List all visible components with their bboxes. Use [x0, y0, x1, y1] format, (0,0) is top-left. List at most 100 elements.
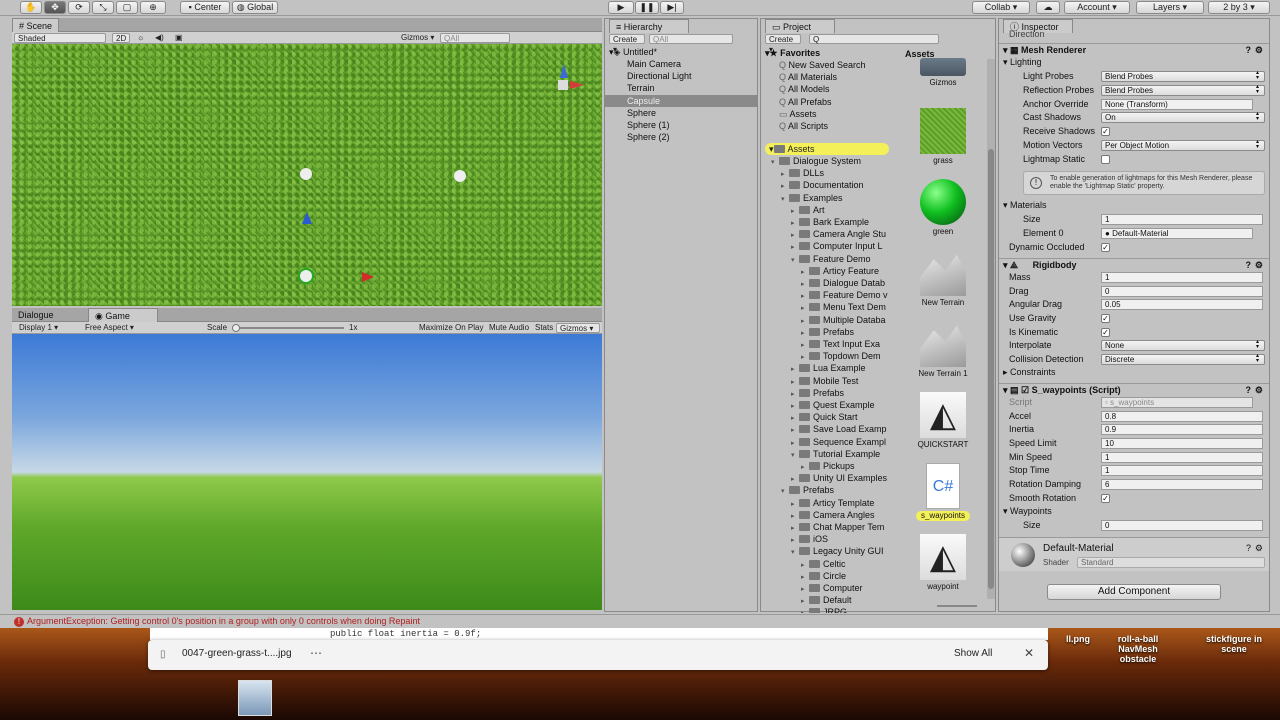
mesh-renderer-header[interactable]: ▾ ▦ Mesh Renderer? ⚙ — [999, 43, 1269, 56]
shading-dropdown[interactable]: Shaded — [14, 33, 106, 43]
scale-tool-icon[interactable]: ⤡ — [92, 1, 114, 14]
pivot-global-button[interactable]: ◍ Global — [232, 1, 278, 14]
scrollbar-thumb[interactable] — [988, 149, 994, 589]
gear-icon[interactable]: ⚙ — [1255, 543, 1263, 554]
desktop-file-icon[interactable]: roll-a-ball NavMesh obstacle — [1100, 634, 1176, 664]
lighting-foldout[interactable]: ▾ Lighting — [999, 56, 1269, 69]
display-dropdown[interactable]: Display 1 ▾ — [16, 323, 78, 333]
tree-folder-item[interactable]: ▸ Documentation — [761, 179, 891, 191]
chevron-down-icon[interactable]: ▾ — [781, 194, 789, 204]
desktop-file-icon[interactable]: stickfigure in scene — [1196, 634, 1272, 654]
chevron-down-icon[interactable]: ▾ — [771, 157, 779, 167]
asset-tile[interactable]: New Terrain 1 — [916, 321, 970, 379]
constraints-foldout[interactable]: ▸ Constraints — [999, 366, 1269, 379]
chevron-right-icon[interactable]: ▸ — [781, 181, 789, 191]
scene-search-input[interactable]: QAll — [440, 33, 510, 43]
chevron-right-icon[interactable]: ▸ — [791, 425, 799, 435]
layout-dropdown[interactable]: 2 by 3 ▾ — [1208, 1, 1270, 14]
hierarchy-create-button[interactable]: Create ▾ — [609, 34, 645, 54]
reflection-probes-dropdown[interactable]: Blend Probes — [1101, 85, 1265, 96]
chevron-right-icon[interactable]: ▸ — [791, 511, 799, 521]
tree-folder-item[interactable]: ▸ DLLs — [761, 167, 891, 179]
tree-folder-item[interactable]: ▸ Multiple Databa — [761, 314, 891, 326]
hierarchy-item[interactable]: Directional Light — [605, 70, 757, 82]
asset-tile[interactable]: ◭ QUICKSTART — [916, 392, 970, 450]
accel-field[interactable]: 0.8 — [1101, 411, 1263, 422]
collision-detection-dropdown[interactable]: Discrete — [1101, 354, 1265, 365]
anchor-override-field[interactable]: None (Transform) — [1101, 99, 1253, 110]
element0-field[interactable]: ● Default-Material — [1101, 228, 1253, 239]
tree-folder-item[interactable]: ▸ Topdown Dem — [761, 350, 891, 362]
chevron-right-icon[interactable]: ▸ — [791, 499, 799, 509]
chevron-right-icon[interactable]: ▸ — [801, 352, 809, 362]
favorites-item[interactable]: Q All Scripts — [761, 120, 891, 132]
close-icon[interactable]: ✕ — [1024, 646, 1034, 660]
hierarchy-item[interactable]: Capsule — [605, 94, 757, 107]
tree-folder-item[interactable]: ▾ Examples — [761, 192, 891, 204]
game-viewport[interactable] — [12, 334, 602, 610]
tree-folder-item[interactable]: ▸ Mobile Test — [761, 375, 891, 387]
tree-folder-item[interactable]: ▸ Text Input Exa — [761, 338, 891, 350]
tab-project[interactable]: ▭ Project — [765, 19, 835, 33]
scene-viewport[interactable] — [12, 44, 602, 306]
tree-folder-item[interactable]: ▾ Legacy Unity GUI — [761, 545, 891, 557]
chevron-right-icon[interactable]: ▸ — [791, 230, 799, 240]
maximize-on-play-toggle[interactable]: Maximize On Play — [416, 323, 486, 333]
script-component-header[interactable]: ▾ ▤ ☑ S_waypoints (Script)? ⚙ — [999, 383, 1269, 396]
chevron-right-icon[interactable]: ▸ — [801, 267, 809, 277]
chevron-right-icon[interactable]: ▸ — [801, 279, 809, 289]
chevron-down-icon[interactable]: ▾ — [791, 547, 799, 557]
cloud-icon[interactable]: ☁ — [1036, 1, 1060, 14]
rotate-tool-icon[interactable]: ⟳ — [68, 1, 90, 14]
rotation-damping-field[interactable]: 6 — [1101, 479, 1263, 490]
tree-folder-item[interactable]: ▸ Circle — [761, 570, 891, 582]
chevron-right-icon[interactable]: ▸ — [781, 169, 789, 179]
tree-folder-item[interactable]: ▾ Dialogue System — [761, 155, 891, 167]
favorites-item[interactable]: Q All Prefabs — [761, 96, 891, 108]
scene-gizmos-dropdown[interactable]: Gizmos ▾ — [398, 33, 437, 43]
lightmap-static-checkbox[interactable] — [1101, 155, 1110, 164]
tree-folder-item[interactable]: ▾ Prefabs — [761, 484, 891, 496]
tree-folder-item[interactable]: ▸ Save Load Examp — [761, 423, 891, 435]
scale-slider[interactable] — [232, 324, 344, 332]
cast-shadows-dropdown[interactable]: On — [1101, 112, 1265, 123]
waypoints-size-field[interactable]: 0 — [1101, 520, 1263, 531]
tree-folder-item[interactable]: ▸ Prefabs — [761, 387, 891, 399]
chevron-right-icon[interactable]: ▸ — [791, 242, 799, 252]
hierarchy-item[interactable]: Sphere (1) — [605, 119, 757, 131]
chevron-right-icon[interactable]: ▸ — [791, 523, 799, 533]
chevron-right-icon[interactable]: ▸ — [801, 596, 809, 606]
chevron-right-icon[interactable]: ▸ — [801, 560, 809, 570]
drag-field[interactable]: 0 — [1101, 286, 1263, 297]
console-error-message[interactable]: ArgumentException: Getting control 0's p… — [27, 616, 420, 626]
dynamic-occluded-checkbox[interactable]: ✓ — [1101, 243, 1110, 252]
pivot-center-button[interactable]: ▪ Center — [180, 1, 230, 14]
materials-size-field[interactable]: 1 — [1101, 214, 1263, 225]
project-create-button[interactable]: Create ▾ — [765, 34, 801, 54]
chevron-right-icon[interactable]: ▸ — [801, 462, 809, 472]
tab-hierarchy[interactable]: ≡ Hierarchy — [609, 19, 689, 33]
stats-toggle[interactable]: Stats — [532, 323, 556, 333]
tab-game[interactable]: ◉ Game — [88, 308, 158, 322]
hierarchy-item[interactable]: Terrain — [605, 82, 757, 94]
asset-tile[interactable]: Gizmos — [916, 58, 970, 88]
chevron-right-icon[interactable]: ▸ — [791, 535, 799, 545]
tree-folder-item[interactable]: ▸ Dialogue Datab — [761, 277, 891, 289]
favorites-item[interactable]: Q All Materials — [761, 71, 891, 83]
project-search-input[interactable]: Q — [809, 34, 939, 44]
aspect-dropdown[interactable]: Free Aspect ▾ — [82, 323, 202, 333]
asset-tile[interactable]: green — [916, 179, 970, 237]
asset-tile[interactable]: C# s_waypoints — [916, 463, 970, 521]
asset-tile[interactable]: grass — [916, 108, 970, 166]
tree-folder-item[interactable]: ▸ Chat Mapper Tem — [761, 521, 891, 533]
2d-toggle[interactable]: 2D — [112, 33, 130, 43]
step-button[interactable]: ▶| — [660, 1, 684, 14]
tree-folder-item[interactable]: ▾ Feature Demo — [761, 253, 891, 265]
chevron-down-icon[interactable]: ▾ — [781, 486, 789, 496]
scene-root-item[interactable]: ▾◈ Untitled* — [605, 46, 757, 58]
chevron-right-icon[interactable]: ▸ — [801, 328, 809, 338]
tree-folder-item[interactable]: ▸ Camera Angles — [761, 509, 891, 521]
hierarchy-search-input[interactable]: QAll — [649, 34, 733, 44]
show-all-button[interactable]: Show All — [954, 648, 992, 659]
chevron-right-icon[interactable]: ▸ — [791, 438, 799, 448]
